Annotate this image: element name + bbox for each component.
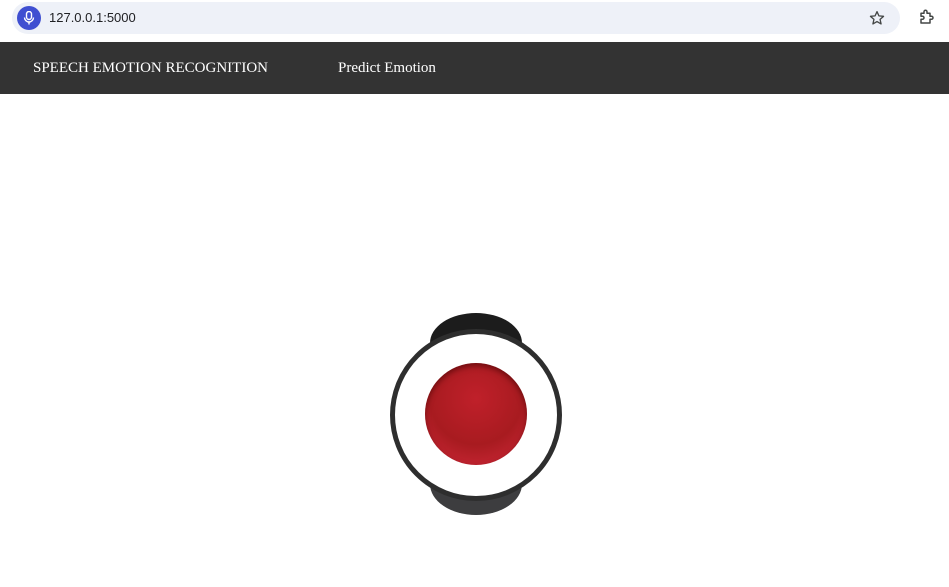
record-button[interactable] [425, 363, 527, 465]
top-navbar: SPEECH EMOTION RECOGNITION Predict Emoti… [0, 42, 949, 94]
microphone-icon[interactable] [17, 6, 41, 30]
puzzle-piece-icon[interactable] [918, 8, 936, 26]
url-text[interactable]: 127.0.0.1:5000 [49, 10, 136, 26]
recorder-widget [390, 313, 562, 515]
brand-link[interactable]: SPEECH EMOTION RECOGNITION [33, 59, 268, 77]
browser-toolbar: 127.0.0.1:5000 [0, 0, 949, 42]
star-icon[interactable] [868, 9, 886, 27]
address-bar[interactable]: 127.0.0.1:5000 [12, 2, 900, 34]
nav-link-predict-emotion[interactable]: Predict Emotion [338, 59, 436, 77]
